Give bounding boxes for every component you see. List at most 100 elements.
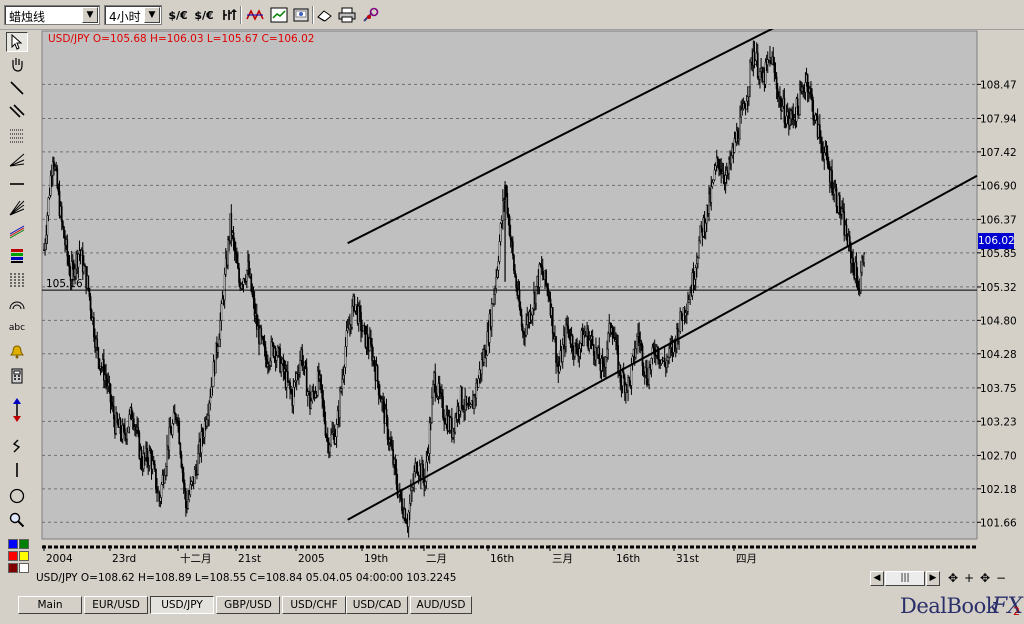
color-swatch-yellow[interactable] [19,551,29,561]
parallel-lines-icon [9,104,25,118]
vertical-line-tool[interactable] [6,460,28,480]
scroll-right-button[interactable]: ▶ [926,571,940,586]
regression-tool[interactable] [6,222,28,242]
gann-fan-tool[interactable] [6,198,28,218]
channel-tool[interactable] [6,102,28,122]
zoom-in-icon[interactable]: + [962,571,976,586]
candle-body [373,356,376,368]
candle-body [718,159,720,170]
candle-body [227,239,229,266]
tab-aud-usd[interactable]: AUD/USD [410,596,472,614]
circle-tool[interactable] [6,486,28,506]
candle-body [434,372,437,394]
candle-body [578,348,581,357]
candle-body [376,365,379,382]
zoom-out-icon[interactable]: − [994,571,1008,586]
eraser-icon [317,10,332,22]
arc-tool[interactable] [6,294,28,314]
alert-tool[interactable] [6,342,28,362]
tab-usd-jpy[interactable]: USD/JPY [150,596,214,614]
tab-gbp-usd[interactable]: GBP/USD [216,596,280,614]
y-tick-label: 105.85 [980,248,1017,260]
candle-body [230,213,233,236]
candle-body [500,220,503,224]
candle-body [468,406,471,409]
tab-usd-cad[interactable]: USD/CAD [346,596,408,614]
tab-eur-usd[interactable]: EUR/USD [84,596,148,614]
candle-body [173,412,176,415]
candle-body [105,374,107,380]
brand-version: 2 [1013,605,1020,618]
candle-body [695,263,698,269]
candle-body [812,100,815,120]
candle-body [130,407,133,421]
oscillator-button[interactable] [244,5,266,25]
scroll-left-button[interactable]: ◀ [870,571,884,586]
chart-type-select[interactable]: 蜡烛线 ▼ [4,5,100,25]
candle-body [776,88,779,99]
candle-body [838,195,841,215]
candle-body [521,326,524,333]
candle-body [217,346,219,353]
chart-canvas[interactable]: 108.47 107.94 107.42 106.90 106.37 105.85 105.… [34,29,1018,569]
print-icon [338,7,356,23]
candle-body [126,431,128,440]
currency-buy-button[interactable]: $/€ [193,5,215,25]
chevron-down-icon[interactable]: ▼ [144,7,160,23]
color-swatch-blue[interactable] [8,539,18,549]
wave-icon [12,439,21,453]
currency-sell-button[interactable]: $/€ [167,5,189,25]
erase-button[interactable] [314,5,336,25]
chevron-down-icon[interactable]: ▼ [82,7,98,23]
color-swatch-green[interactable] [19,539,29,549]
view-button[interactable] [290,5,312,25]
drag-icon[interactable]: ✥ [978,571,992,586]
tab-main[interactable]: Main [18,596,82,614]
price-chart[interactable]: 108.47 107.94 107.42 106.90 106.37 105.85 105.… [34,29,1018,569]
candle-body [712,179,715,183]
color-swatch-white[interactable] [19,563,29,573]
candle-body [525,324,527,336]
cycle-lines-tool[interactable] [6,270,28,290]
candle-body [783,98,786,123]
up-down-arrow-tool[interactable] [6,398,28,422]
fibonacci-tool[interactable] [6,126,28,146]
trendline-tool[interactable] [6,78,28,98]
candle-body [435,392,438,397]
timeframe-select[interactable]: 4小时 ▼ [104,5,162,25]
wave-tool[interactable] [6,436,28,456]
pointer-tool[interactable] [6,32,28,52]
color-swatch-red[interactable] [8,551,18,561]
data-window-button[interactable] [268,5,290,25]
candle-body [263,343,266,348]
candle-body [322,398,325,407]
text-tool[interactable]: abc [6,318,28,338]
calculator-tool[interactable] [6,366,28,386]
candle-body [722,171,725,179]
candle-body [290,389,293,394]
print-button[interactable] [336,5,358,25]
candle-body [48,195,51,199]
candle-body [218,338,220,347]
tab-usd-chf[interactable]: USD/CHF [282,596,346,614]
toolbar-separator [240,6,242,24]
candle-body [394,458,397,470]
move-icon[interactable]: ✥ [946,571,960,586]
candle-body [507,213,510,217]
zoom-tool[interactable] [6,510,28,530]
candle-body [540,265,543,269]
gann-fan-icon [9,200,25,216]
y-tick-label: 103.75 [980,383,1017,395]
color-bands-tool[interactable] [6,246,28,266]
settings-button[interactable] [360,5,382,25]
hand-tool[interactable] [6,54,28,74]
color-swatch-maroon[interactable] [8,563,18,573]
candle-body [642,365,645,372]
candle-body [326,437,329,443]
candle-body [460,386,463,408]
scroll-thumb[interactable]: ||| [885,571,925,586]
horizontal-line-tool[interactable] [6,174,28,194]
fan-tool[interactable] [6,150,28,170]
candle-body [713,169,716,181]
indicator-button[interactable] [219,5,241,25]
